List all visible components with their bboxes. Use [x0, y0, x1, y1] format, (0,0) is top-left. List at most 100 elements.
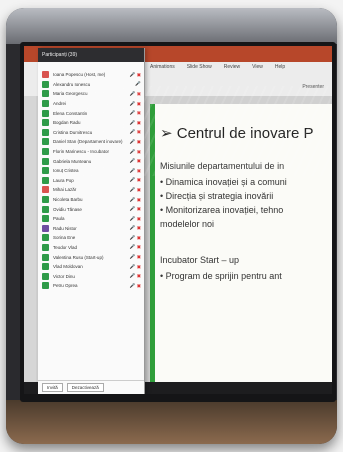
participant-status-icons: 🎤 ▣	[129, 100, 141, 106]
participant-row[interactable]: Mihai Lazăr 🎤 ▣	[38, 185, 144, 195]
slide-text-line: • Monitorizarea inovației, tehno	[160, 205, 284, 215]
participant-name: Andrei	[53, 101, 67, 107]
participant-name: Laura Pop	[53, 177, 74, 183]
participant-row[interactable]: Ovidiu Tănase 🎤 ▣	[38, 204, 144, 214]
ribbon-tab[interactable]: Animations	[150, 64, 175, 70]
participant-row[interactable]: Daniel Stan (Departament inovare) 🎤 ▣	[38, 137, 144, 147]
ribbon-presenter-label[interactable]: Presenter	[302, 84, 324, 90]
participant-row[interactable]: Petru Oprea 🎤 ▣	[38, 281, 144, 291]
participant-avatar	[42, 224, 49, 232]
participants-footer: Invită Dezactivează	[38, 380, 144, 394]
participant-row[interactable]: Cristina Dumitrescu 🎤 ▣	[38, 128, 144, 138]
participant-row[interactable]: Nicoleta Barbu 🎤 ▣	[38, 195, 144, 205]
participant-row[interactable]: Maria Georgescu 🎤 ▣	[38, 89, 144, 99]
participant-row[interactable]: Alexandru Ionescu 🎤	[38, 80, 144, 90]
participants-search[interactable]	[38, 62, 144, 70]
participant-name: Paula	[53, 216, 65, 222]
participant-name: Cristina Dumitrescu	[53, 129, 93, 135]
participant-avatar	[42, 119, 49, 127]
participant-avatar	[42, 109, 49, 117]
participant-status-icons: 🎤 ▣	[129, 225, 141, 231]
participant-name: Ionuț Cristea	[53, 168, 79, 174]
participant-row[interactable]: Teodor Vlad 🎤 ▣	[38, 243, 144, 253]
participant-avatar	[42, 138, 49, 146]
arrow-bullet-icon: ➢	[160, 125, 177, 142]
participant-name: Petru Oprea	[53, 283, 78, 289]
participant-status-icons: 🎤 ▣	[129, 282, 141, 288]
participant-name: Alexandru Ionescu	[53, 81, 91, 87]
slide-text-line: • Direcția și strategia inovării	[160, 191, 274, 201]
participant-status-icons: 🎤 ▣	[129, 119, 141, 125]
participant-row[interactable]: Elena Constantin 🎤 ▣	[38, 108, 144, 118]
mute-all-button[interactable]: Dezactivează	[66, 383, 104, 392]
desk-background	[6, 400, 337, 444]
participant-row[interactable]: Gabriela Munteanu 🎤 ▣	[38, 156, 144, 166]
participant-row[interactable]: Bogdan Radu 🎤 ▣	[38, 118, 144, 128]
participant-avatar	[42, 90, 49, 98]
participant-row[interactable]: Paula 🎤 ▣	[38, 214, 144, 224]
participant-status-icons: 🎤 ▣	[129, 138, 141, 144]
ribbon-tab[interactable]: Review	[224, 64, 240, 70]
participant-row[interactable]: Andrei 🎤 ▣	[38, 99, 144, 109]
participant-avatar	[42, 176, 49, 184]
participant-avatar	[42, 282, 49, 290]
participant-status-icons: 🎤 ▣	[129, 167, 141, 173]
monitor: Animations Slide Show Review View Help Prese…	[20, 42, 336, 402]
participant-row[interactable]: Ionuț Cristea 🎤 ▣	[38, 166, 144, 176]
participant-avatar	[42, 205, 49, 213]
participant-avatar	[42, 186, 49, 194]
participant-row[interactable]: Valentina Rusu (Start-up) 🎤 ▣	[38, 252, 144, 262]
participant-avatar	[42, 100, 49, 108]
participant-row[interactable]: Laura Pop 🎤 ▣	[38, 176, 144, 186]
participant-name: Ovidiu Tănase	[53, 206, 82, 212]
participant-avatar	[42, 234, 49, 242]
participant-status-icons: 🎤 ▣	[129, 206, 141, 212]
participant-avatar	[42, 243, 49, 251]
slide-text-line: Incubator Start – up	[160, 255, 240, 265]
participant-status-icons: 🎤	[135, 81, 141, 87]
participant-name: Teodor Vlad	[53, 244, 78, 250]
ribbon-tab[interactable]: Help	[275, 64, 285, 70]
slide-text-line: • Dinamica inovației și a comuni	[160, 177, 287, 187]
participant-name: Ioana Popescu (Host, me)	[53, 72, 106, 78]
slide-text-line: Misiunile departamentului de in	[160, 161, 285, 171]
participant-row[interactable]: Ioana Popescu (Host, me) 🎤 ▣	[38, 70, 144, 80]
participant-name: Gabriela Munteanu	[53, 158, 92, 164]
participant-avatar	[42, 167, 49, 175]
participant-status-icons: 🎤 ▣	[129, 90, 141, 96]
participant-status-icons: 🎤 ▣	[129, 234, 141, 240]
slide-text-line: modelelor noi	[160, 219, 215, 229]
participant-row[interactable]: Radu Nistor 🎤 ▣	[38, 224, 144, 234]
participant-avatar	[42, 196, 49, 204]
participant-name: Nicoleta Barbu	[53, 197, 83, 203]
participant-avatar	[42, 253, 49, 261]
participant-avatar	[42, 148, 49, 156]
participant-list: Ioana Popescu (Host, me) 🎤 ▣ Alexandru Ion…	[38, 70, 144, 291]
participant-name: Vlad Moldovan	[53, 264, 83, 270]
participant-name: Elena Constantin	[53, 110, 88, 116]
participant-row[interactable]: Florin Marinescu - Incubator 🎤 ▣	[38, 147, 144, 157]
current-slide: ➢ Centrul de inovare P Misiunile departa…	[150, 104, 332, 394]
participant-avatar	[42, 215, 49, 223]
participant-name: Maria Georgescu	[53, 91, 88, 97]
participant-status-icons: 🎤 ▣	[129, 254, 141, 260]
participant-status-icons: 🎤 ▣	[129, 71, 141, 77]
slide-text-line: • Program de sprijin pentru ant	[160, 271, 282, 281]
invite-button[interactable]: Invită	[42, 383, 63, 392]
participants-header: Participanți (39)	[38, 48, 144, 62]
photo-frame: Animations Slide Show Review View Help Prese…	[6, 8, 337, 444]
ceiling-background	[6, 8, 337, 44]
participant-name: Mihai Lazăr	[53, 187, 77, 193]
ribbon-tab[interactable]: View	[252, 64, 263, 70]
participant-row[interactable]: Sorina Ene 🎤 ▣	[38, 233, 144, 243]
ribbon-tab[interactable]: Slide Show	[187, 64, 212, 70]
participant-avatar	[42, 263, 49, 271]
participant-status-icons: 🎤 ▣	[129, 158, 141, 164]
participant-status-icons: 🎤 ▣	[129, 215, 141, 221]
participant-row[interactable]: Vlad Moldovan 🎤 ▣	[38, 262, 144, 272]
participant-status-icons: 🎤 ▣	[129, 186, 141, 192]
participant-name: Victor Dinu	[53, 273, 75, 279]
participant-name: Florin Marinescu - Incubator	[53, 149, 110, 155]
participant-row[interactable]: Victor Dinu 🎤 ▣	[38, 271, 144, 281]
participant-status-icons: 🎤 ▣	[129, 110, 141, 116]
